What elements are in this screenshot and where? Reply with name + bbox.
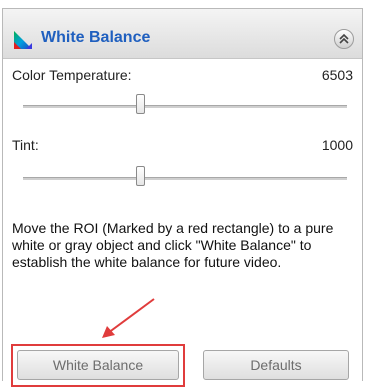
defaults-button[interactable]: Defaults xyxy=(203,350,349,380)
color-temperature-slider[interactable] xyxy=(23,94,347,118)
white-balance-panel: White Balance Color Temperature: 6503 Ti… xyxy=(2,8,363,387)
panel-title: White Balance xyxy=(41,29,151,46)
slider-thumb[interactable] xyxy=(136,94,145,114)
pointer-arrow-icon xyxy=(102,298,155,338)
color-gamut-icon xyxy=(14,31,32,49)
tint-label: Tint: xyxy=(12,137,39,153)
double-chevron-up-icon xyxy=(339,33,349,44)
collapse-button[interactable] xyxy=(334,29,354,49)
slider-thumb[interactable] xyxy=(136,166,145,186)
slider-track xyxy=(23,105,347,108)
color-temperature-value: 6503 xyxy=(321,67,353,83)
tint-slider[interactable] xyxy=(23,166,347,190)
color-temperature-label: Color Temperature: xyxy=(12,67,132,83)
slider-track xyxy=(23,177,347,180)
tint-value: 1000 xyxy=(321,137,353,153)
panel-header[interactable]: White Balance xyxy=(3,9,362,59)
instructions-text: Move the ROI (Marked by a red rectangle)… xyxy=(12,220,334,270)
